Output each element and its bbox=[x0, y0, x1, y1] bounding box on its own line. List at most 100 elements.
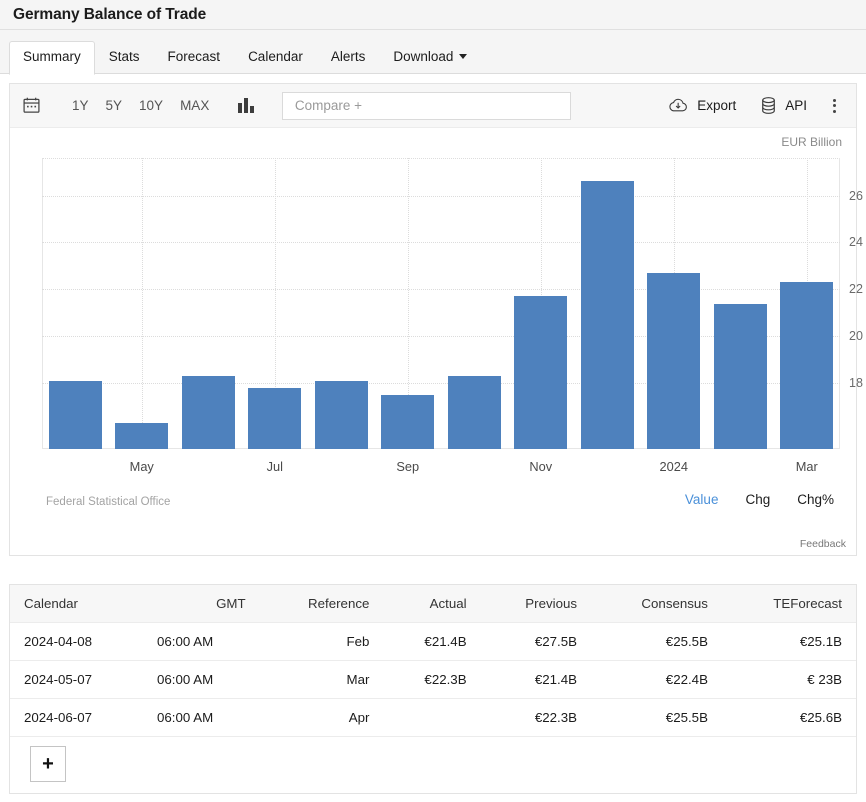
tab-label: Stats bbox=[108, 49, 140, 64]
cell-reference: Apr bbox=[259, 698, 384, 737]
cell-previous: €27.5B bbox=[480, 622, 592, 661]
bar[interactable] bbox=[647, 273, 700, 449]
api-button[interactable]: API bbox=[748, 96, 819, 115]
y-axis-tick-label: 22 bbox=[849, 282, 863, 297]
compare-input[interactable]: Compare + bbox=[281, 91, 571, 120]
column-header-teforecast[interactable]: TEForecast bbox=[721, 585, 856, 623]
bar[interactable] bbox=[248, 387, 301, 449]
table-row[interactable]: 2024-06-07 06:00 AM Apr €22.3B €25.5B €25.6B bbox=[10, 698, 856, 737]
table-header-row: Calendar GMT Reference Actual Previous Consen… bbox=[10, 585, 856, 623]
column-header-reference[interactable]: Reference bbox=[259, 585, 384, 623]
add-row-container: + bbox=[9, 737, 857, 794]
chart-toolbar: 1Y 5Y 10Y MAX Compare + Export API bbox=[10, 84, 856, 128]
page-header: Germany Balance of Trade bbox=[0, 0, 866, 30]
range-button-max[interactable]: MAX bbox=[177, 96, 212, 115]
tab-label: Summary bbox=[23, 49, 81, 64]
kebab-menu-icon[interactable] bbox=[819, 93, 846, 119]
range-selector: 1Y 5Y 10Y MAX bbox=[69, 96, 212, 115]
y-axis-tick-label: 24 bbox=[849, 235, 863, 250]
calendar-table: Calendar GMT Reference Actual Previous Consen… bbox=[10, 585, 856, 737]
y-axis-line bbox=[839, 158, 840, 449]
tab-alerts[interactable]: Alerts bbox=[317, 41, 380, 74]
calendar-table-wrapper: Calendar GMT Reference Actual Previous Consen… bbox=[9, 584, 857, 737]
cell-calendar: 2024-04-08 bbox=[10, 622, 144, 661]
tab-bar: Summary Stats Forecast Calendar Alerts Downlo… bbox=[0, 30, 866, 75]
bar[interactable] bbox=[514, 296, 567, 449]
series-tab-value[interactable]: Value bbox=[685, 492, 719, 507]
cloud-download-icon bbox=[668, 97, 689, 114]
y-axis-tick-label: 18 bbox=[849, 376, 863, 391]
y-axis-tick-label: 20 bbox=[849, 329, 863, 344]
export-label: Export bbox=[697, 98, 737, 113]
cell-previous: €21.4B bbox=[480, 660, 592, 699]
gridline-horizontal bbox=[42, 289, 840, 291]
tab-download[interactable]: Download bbox=[379, 41, 481, 74]
chart-card: 1Y 5Y 10Y MAX Compare + Export API EUR B… bbox=[9, 83, 863, 556]
column-header-previous[interactable]: Previous bbox=[480, 585, 592, 623]
cell-calendar: 2024-05-07 bbox=[10, 660, 144, 699]
chart-source: Federal Statistical Office bbox=[46, 496, 171, 508]
tab-label: Forecast bbox=[167, 49, 221, 64]
x-axis-tick-label: May bbox=[129, 459, 154, 474]
cell-teforecast: €25.6B bbox=[721, 698, 856, 737]
chart-unit-label: EUR Billion bbox=[781, 135, 842, 149]
cell-gmt: 06:00 AM bbox=[143, 622, 260, 661]
range-button-10y[interactable]: 10Y bbox=[136, 96, 166, 115]
bar[interactable] bbox=[48, 380, 102, 449]
series-tab-chg[interactable]: Chg bbox=[745, 492, 770, 507]
gridline-vertical bbox=[141, 158, 143, 449]
cell-teforecast: € 23B bbox=[721, 660, 856, 699]
bar[interactable] bbox=[181, 376, 235, 449]
bar[interactable] bbox=[314, 380, 368, 449]
add-button[interactable]: + bbox=[30, 746, 66, 782]
table-head: Calendar GMT Reference Actual Previous Consen… bbox=[10, 585, 856, 623]
bar[interactable] bbox=[713, 303, 767, 449]
bar[interactable] bbox=[580, 181, 634, 449]
bar-chart-icon[interactable] bbox=[238, 98, 254, 113]
page-title: Germany Balance of Trade bbox=[13, 5, 207, 23]
tab-forecast[interactable]: Forecast bbox=[154, 41, 235, 74]
bar[interactable] bbox=[780, 282, 833, 449]
tab-label: Alerts bbox=[330, 49, 366, 64]
bar[interactable] bbox=[447, 376, 501, 449]
cell-actual: €21.4B bbox=[383, 622, 481, 661]
calendar-icon[interactable] bbox=[22, 96, 41, 115]
chart-plot-area: EUR Billion 18 20 22 24 26 May Jul Sep Nov 2024 M… bbox=[10, 128, 863, 556]
table-row[interactable]: 2024-05-07 06:00 AM Mar €22.3B €21.4B €22.4B €… bbox=[10, 660, 856, 699]
cell-reference: Mar bbox=[259, 660, 384, 699]
series-tabs: Value Chg Chg% bbox=[685, 492, 834, 507]
cell-teforecast: €25.1B bbox=[721, 622, 856, 661]
cell-consensus: €25.5B bbox=[591, 622, 722, 661]
gridline-horizontal bbox=[42, 242, 840, 244]
export-button[interactable]: Export bbox=[656, 97, 748, 114]
cell-previous: €22.3B bbox=[480, 698, 592, 737]
x-axis-tick-label: Jul bbox=[266, 459, 283, 474]
range-button-5y[interactable]: 5Y bbox=[103, 96, 126, 115]
compare-placeholder: Compare + bbox=[294, 98, 362, 113]
cell-calendar: 2024-06-07 bbox=[10, 698, 144, 737]
column-header-calendar[interactable]: Calendar bbox=[10, 585, 144, 623]
bar[interactable] bbox=[381, 395, 434, 449]
range-button-1y[interactable]: 1Y bbox=[69, 96, 92, 115]
column-header-gmt[interactable]: GMT bbox=[143, 585, 260, 623]
x-axis-tick-label: Mar bbox=[795, 459, 818, 474]
tab-stats[interactable]: Stats bbox=[95, 41, 154, 74]
cell-actual bbox=[383, 698, 481, 737]
column-header-actual[interactable]: Actual bbox=[383, 585, 481, 623]
cell-consensus: €25.5B bbox=[591, 698, 722, 737]
feedback-link[interactable]: Feedback bbox=[800, 538, 846, 550]
column-header-consensus[interactable]: Consensus bbox=[591, 585, 722, 623]
api-label: API bbox=[785, 98, 807, 113]
chevron-down-icon bbox=[459, 53, 468, 59]
tab-calendar[interactable]: Calendar bbox=[234, 41, 317, 74]
x-axis-tick-label: Sep bbox=[396, 459, 420, 474]
x-axis-tick-label: 2024 bbox=[659, 459, 688, 474]
cell-actual: €22.3B bbox=[383, 660, 481, 699]
table-row[interactable]: 2024-04-08 06:00 AM Feb €21.4B €27.5B €25.5B €… bbox=[10, 622, 856, 661]
bar-chart[interactable]: 18 20 22 24 26 May Jul Sep Nov 2024 Mar bbox=[42, 158, 863, 474]
bar[interactable] bbox=[115, 423, 168, 449]
tab-summary[interactable]: Summary bbox=[9, 41, 95, 75]
series-tab-chgpct[interactable]: Chg% bbox=[797, 492, 834, 507]
cell-reference: Feb bbox=[259, 622, 384, 661]
database-icon bbox=[760, 96, 777, 115]
